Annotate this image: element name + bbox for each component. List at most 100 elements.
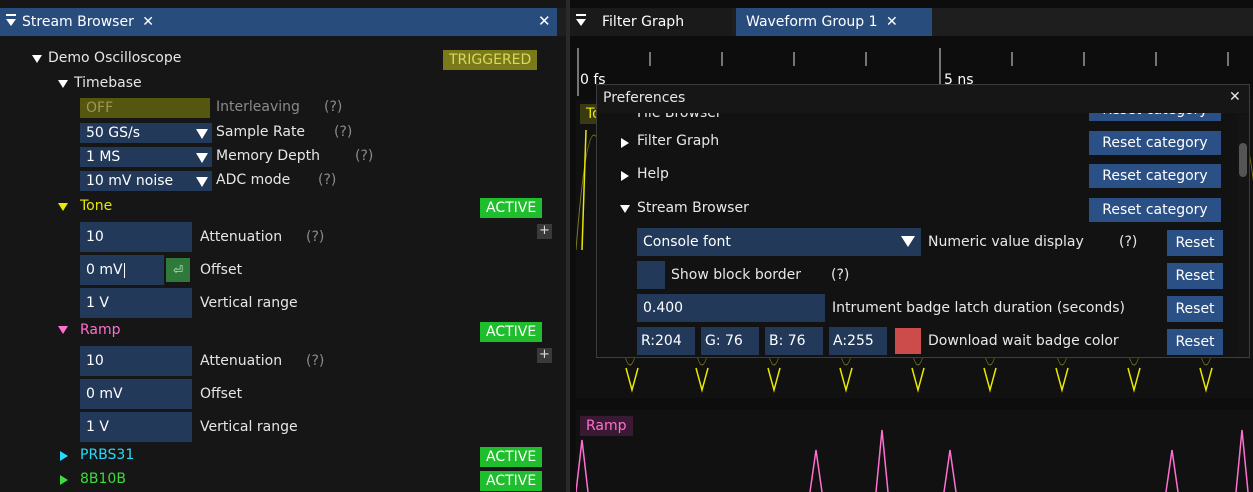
category-help[interactable]: Help [637,166,669,182]
enter-icon: ⏎ [172,263,184,277]
console-font-dropdown-icon[interactable] [901,236,915,247]
ramp-range-label: Vertical range [200,419,298,435]
sample-rate-select[interactable]: 50 GS/s [80,123,212,143]
latch-duration-input[interactable]: 0.400 [637,294,825,322]
numeric-display-help-icon[interactable]: (?) [1119,234,1137,250]
memory-depth-select[interactable]: 1 MS [80,147,212,167]
ramp-attenuation-help-icon[interactable]: (?) [306,353,324,369]
tab-stream-browser[interactable]: Stream Browser ✕ [0,8,557,36]
tab-filter-graph[interactable]: Filter Graph [570,8,732,36]
panel-close-icon[interactable]: ✕ [538,12,551,30]
adc-mode-value: 10 mV noise [86,173,174,189]
tab-waveform-group-label: Waveform Group 1 [746,14,878,30]
numeric-display-label: Numeric value display [928,234,1084,250]
ramp-waveform-view[interactable]: Ramp [576,410,1253,492]
category-filter-graph[interactable]: Filter Graph [637,133,719,149]
expand-ramp-icon[interactable] [58,326,68,334]
tone-attenuation-help-icon[interactable]: (?) [306,229,324,245]
memory-depth-label: Memory Depth [216,148,321,164]
interleaving-help-icon[interactable]: (?) [324,99,342,115]
clipped-category-label: File Browser [637,113,722,121]
console-font-select[interactable]: Console font [637,228,921,256]
clipped-category-row: File Browser Reset category [597,113,1249,121]
interleaving-toggle[interactable]: OFF [80,98,210,118]
reset-filter-graph-button[interactable]: Reset category [1089,131,1221,155]
preferences-scrollbar[interactable] [1237,115,1249,357]
tone-attenuation-input[interactable]: 10 [80,222,192,252]
show-block-border-help-icon[interactable]: (?) [831,267,849,283]
expand-8b10b-icon[interactable] [60,475,68,485]
tone-range-label: Vertical range [200,295,298,311]
tone-expand-plus-icon[interactable]: + [537,224,552,239]
adc-mode-label: ADC mode [216,172,291,188]
tab-waveform-group[interactable]: Waveform Group 1 ✕ [736,8,932,36]
channel-ramp-badge: ACTIVE [480,322,543,342]
tab-filter-graph-label: Filter Graph [602,14,685,30]
ramp-attenuation-input[interactable]: 10 [80,346,192,376]
wait-badge-color-swatch[interactable] [895,328,921,354]
channel-8b10b-badge: ACTIVE [480,471,543,491]
memory-depth-value: 1 MS [86,149,121,165]
reset-stream-browser-button[interactable]: Reset category [1089,198,1221,222]
sample-rate-dropdown-icon[interactable] [196,129,208,139]
reset-numeric-display-button[interactable]: Reset [1167,230,1223,256]
ramp-expand-plus-icon[interactable]: + [537,348,552,363]
color-g-input[interactable]: G: 76 [701,327,759,355]
expand-help-icon[interactable] [621,171,629,181]
memory-depth-help-icon[interactable]: (?) [355,148,373,164]
expand-instrument-icon[interactable] [32,55,42,63]
channel-tone-name: Tone [80,198,113,214]
adc-mode-select[interactable]: 10 mV noise [80,171,212,191]
tone-attenuation-label: Attenuation [200,229,283,245]
tab-waveform-close-icon[interactable]: ✕ [886,14,898,30]
tab-stream-browser-label: Stream Browser [22,14,134,30]
adc-mode-help-icon[interactable]: (?) [318,172,336,188]
preferences-dialog: Preferences ✕ File Browser Reset categor… [596,84,1250,358]
color-b-input[interactable]: B: 76 [765,327,823,355]
expand-tone-icon[interactable] [58,203,68,211]
stream-browser-tabbar: Stream Browser ✕ ✕ [0,8,566,36]
channel-prbs31-name: PRBS31 [80,447,135,463]
reset-block-border-button[interactable]: Reset [1167,263,1223,289]
ramp-offset-label: Offset [200,386,243,402]
interleaving-label: Interleaving [216,99,300,115]
instrument-name: Demo Oscilloscope [48,50,182,66]
preferences-close-icon[interactable]: ✕ [1229,89,1241,105]
channel-prbs31-badge: ACTIVE [480,447,543,467]
category-stream-browser[interactable]: Stream Browser [637,200,749,216]
reset-latch-duration-button[interactable]: Reset [1167,296,1223,322]
tab-close-icon[interactable]: ✕ [142,14,154,30]
color-a-input[interactable]: A:255 [829,327,887,355]
channel-8b10b-name: 8B10B [80,471,126,487]
tone-offset-label: Offset [200,262,243,278]
expand-stream-browser-icon[interactable] [620,205,630,213]
ramp-offset-input[interactable]: 0 mV [80,379,192,409]
instrument-status-badge: TRIGGERED [443,50,538,70]
tone-offset-value: 0 mV [86,262,123,278]
ramp-range-input[interactable]: 1 V [80,412,192,442]
show-block-border-checkbox[interactable] [637,261,665,289]
ramp-attenuation-label: Attenuation [200,353,283,369]
memory-depth-dropdown-icon[interactable] [196,153,208,163]
expand-prbs31-icon[interactable] [60,451,68,461]
console-font-value: Console font [643,234,731,250]
clipped-reset-category-button[interactable]: Reset category [1089,113,1221,121]
color-r-input[interactable]: R:204 [637,327,695,355]
adc-mode-dropdown-icon[interactable] [196,177,208,187]
expand-timebase-icon[interactable] [58,80,68,88]
expand-filter-graph-icon[interactable] [621,138,629,148]
tone-range-input[interactable]: 1 V [80,288,192,318]
preferences-scrollbar-thumb[interactable] [1239,143,1247,177]
reset-help-button[interactable]: Reset category [1089,164,1221,188]
wait-badge-color-label: Download wait badge color [928,333,1119,349]
apply-offset-button[interactable]: ⏎ [166,258,190,282]
timebase-label: Timebase [74,75,142,91]
text-cursor [123,262,125,278]
show-block-border-label: Show block border [671,267,802,283]
sample-rate-help-icon[interactable]: (?) [334,124,352,140]
sample-rate-value: 50 GS/s [86,125,141,141]
channel-tone-badge: ACTIVE [480,198,543,218]
reset-wait-badge-button[interactable]: Reset [1167,329,1223,355]
preferences-titlebar[interactable]: Preferences ✕ [597,85,1249,113]
tone-offset-input[interactable]: 0 mV [80,255,164,285]
